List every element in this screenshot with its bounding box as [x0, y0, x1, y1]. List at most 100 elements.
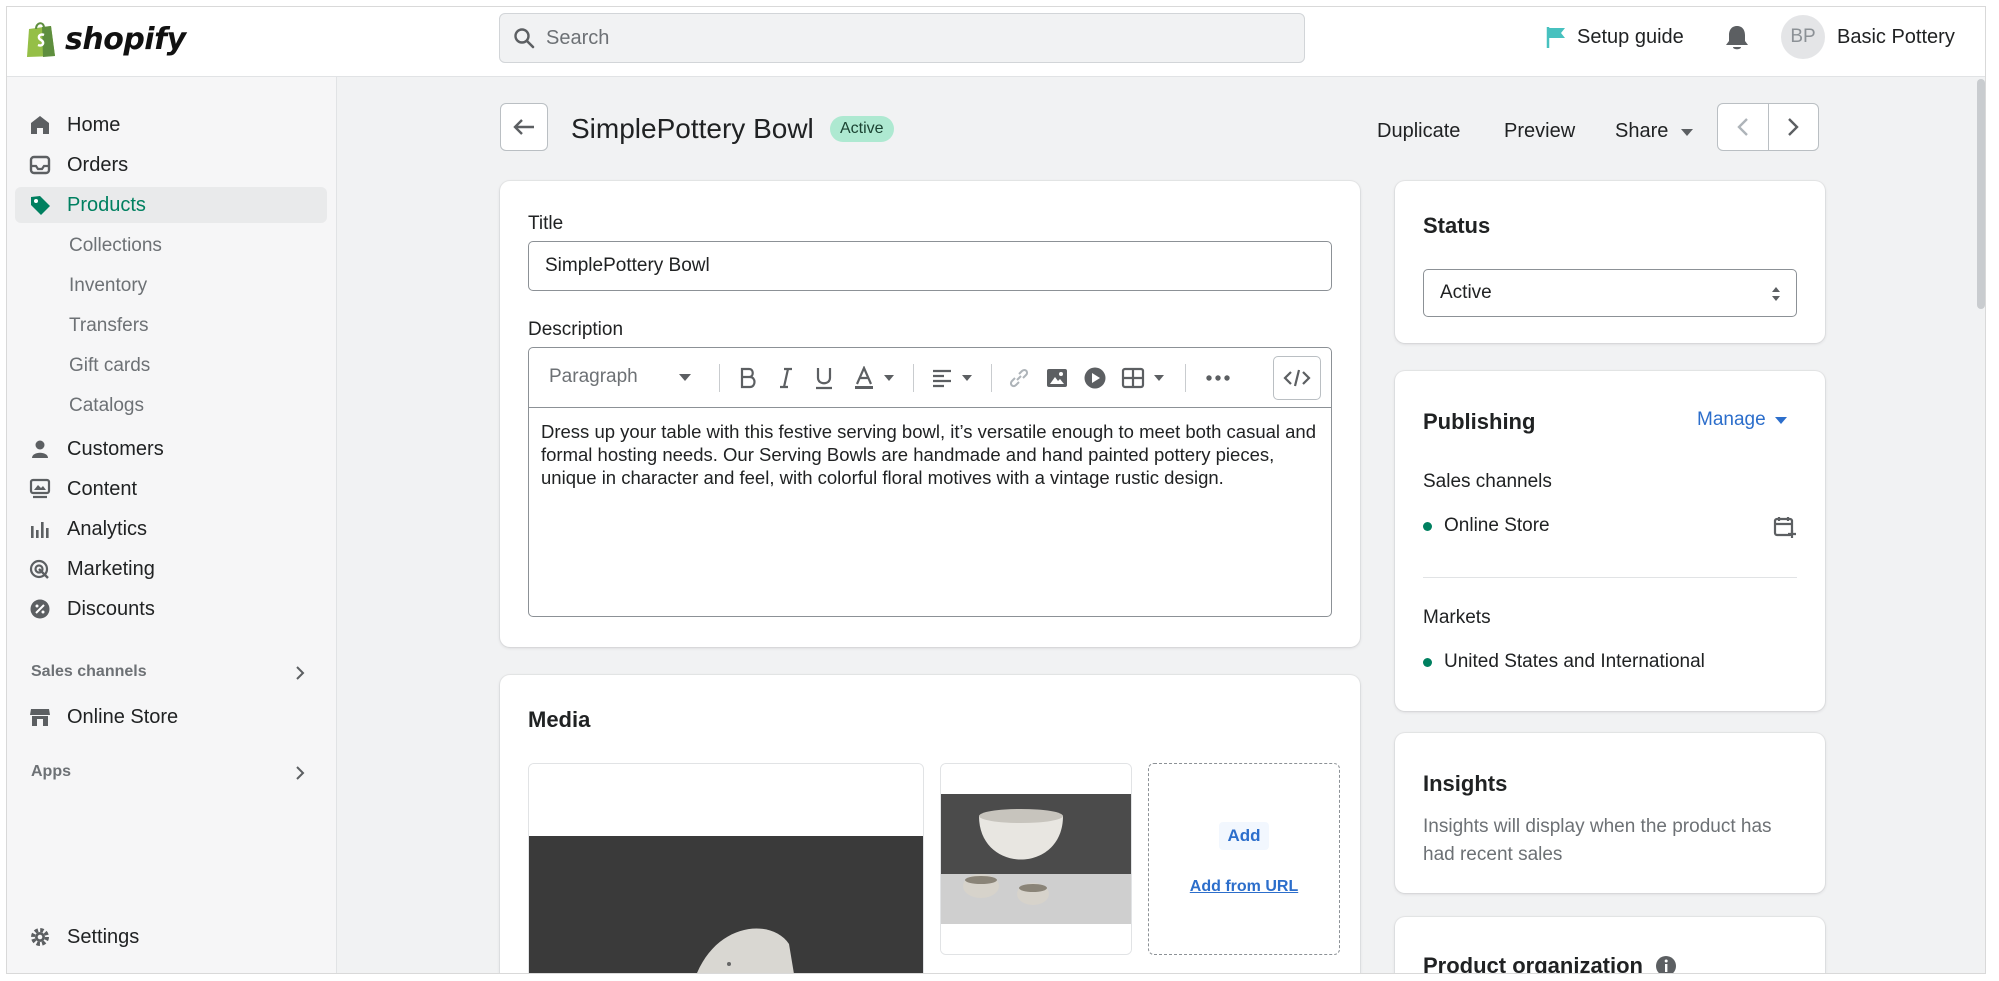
media-dropzone[interactable]: Add Add from URL — [1148, 763, 1340, 955]
alignment-button[interactable] — [931, 366, 973, 390]
sidebar-item-analytics[interactable]: Analytics — [15, 511, 327, 547]
sidebar-subitem-catalogs[interactable]: Catalogs — [69, 395, 144, 417]
description-label: Description — [528, 319, 624, 340]
divider — [1423, 577, 1797, 578]
text-color-button[interactable] — [853, 366, 895, 390]
target-icon — [29, 559, 49, 579]
add-from-url-link[interactable]: Add from URL — [1190, 878, 1298, 896]
sidebar-item-label: Online Store — [67, 705, 179, 728]
sidebar-item-content[interactable]: Content — [15, 471, 327, 507]
calendar-plus-icon[interactable] — [1773, 515, 1797, 539]
underline-icon[interactable] — [813, 366, 835, 390]
description-text[interactable]: Dress up your table with this festive se… — [529, 408, 1331, 501]
market-row: United States and International — [1423, 651, 1705, 673]
status-select[interactable]: Active — [1423, 269, 1797, 317]
market-name: United States and International — [1444, 651, 1705, 672]
status-select-value: Active — [1440, 282, 1492, 303]
app-window: shopify Setup guide BP Basic Potter — [6, 6, 1986, 974]
store-icon — [30, 709, 50, 726]
sidebar-item-label: Products — [67, 193, 146, 216]
video-icon[interactable] — [1083, 366, 1107, 390]
media-thumbnail-main[interactable] — [528, 763, 924, 973]
preview-button[interactable]: Preview — [1504, 120, 1575, 143]
insights-title: Insights — [1423, 771, 1508, 796]
publishing-card: Publishing Manage Sales channels Online … — [1395, 371, 1825, 711]
status-card: Status Active — [1395, 181, 1825, 343]
sidebar-item-label: Orders — [67, 153, 129, 176]
top-bar: shopify Setup guide BP Basic Potter — [7, 7, 1985, 77]
sidebar-item-settings[interactable]: Settings — [15, 919, 327, 955]
bold-icon[interactable] — [737, 366, 759, 390]
manage-dropdown[interactable]: Manage — [1697, 409, 1788, 431]
sidebar-item-products[interactable]: Products — [15, 187, 327, 223]
sidebar-item-label: Settings — [67, 925, 140, 948]
arrow-left-icon — [513, 119, 534, 135]
insert-table-button[interactable] — [1121, 366, 1165, 390]
product-pager — [1717, 103, 1819, 151]
caret-down-icon — [884, 375, 894, 381]
align-left-icon — [933, 369, 951, 388]
search-input[interactable] — [546, 26, 1246, 50]
table-icon — [1121, 367, 1145, 389]
more-horizontal-icon[interactable] — [1205, 366, 1231, 390]
insights-text: Insights will display when the product h… — [1423, 816, 1772, 865]
image-icon[interactable] — [1045, 366, 1069, 390]
next-product-button[interactable] — [1767, 104, 1819, 150]
person-icon — [32, 440, 48, 458]
previous-product-button[interactable] — [1718, 104, 1768, 150]
notifications-button[interactable] — [1723, 23, 1751, 58]
sales-channels-heading[interactable]: Sales channels — [31, 663, 147, 681]
back-button[interactable] — [500, 103, 548, 151]
sidebar-subitem-gift-cards[interactable]: Gift cards — [69, 355, 150, 377]
share-button[interactable]: Share — [1615, 120, 1694, 143]
store-menu[interactable]: BP Basic Pottery — [1781, 15, 1955, 59]
brand-wordmark: shopify — [65, 21, 186, 57]
scrollbar-thumb[interactable] — [1977, 79, 1985, 309]
shopify-bag-icon — [27, 22, 55, 57]
apps-heading[interactable]: Apps — [31, 763, 71, 781]
chevron-right-icon[interactable] — [293, 765, 307, 781]
link-icon[interactable] — [1007, 366, 1031, 390]
sidebar-subitem-transfers[interactable]: Transfers — [69, 315, 149, 337]
title-input[interactable] — [528, 241, 1332, 291]
setup-guide-button[interactable]: Setup guide — [1545, 25, 1684, 49]
sidebar-item-online-store[interactable]: Online Store — [15, 699, 327, 735]
shopify-logo[interactable]: shopify — [25, 19, 186, 59]
rich-text-toolbar: Paragraph — [529, 348, 1331, 408]
duplicate-button[interactable]: Duplicate — [1377, 120, 1460, 143]
show-html-button[interactable] — [1273, 356, 1321, 400]
sidebar-item-discounts[interactable]: Discounts — [15, 591, 327, 627]
sidebar-item-marketing[interactable]: Marketing — [15, 551, 327, 587]
sidebar-item-label: Customers — [67, 437, 164, 460]
caret-down-icon — [1154, 375, 1164, 381]
sidebar-item-label: Analytics — [67, 517, 148, 540]
sidebar-item-customers[interactable]: Customers — [15, 431, 327, 467]
media-card: Media Add Add from URL — [500, 675, 1360, 973]
search-bar[interactable] — [499, 13, 1305, 63]
paragraph-format-select[interactable]: Paragraph — [549, 366, 692, 388]
info-icon[interactable] — [1655, 955, 1677, 974]
text-color-icon — [855, 366, 873, 389]
toolbar-divider — [991, 364, 992, 392]
sidebar-item-home[interactable]: Home — [15, 107, 327, 143]
bowl-photo-main — [529, 764, 923, 973]
gear-icon — [31, 928, 49, 946]
toolbar-divider — [719, 364, 720, 392]
bar-chart-icon — [31, 522, 49, 538]
sidebar-subitem-collections[interactable]: Collections — [69, 235, 162, 257]
sidebar-item-label: Discounts — [67, 597, 155, 620]
published-dot — [1423, 657, 1432, 667]
sidebar-item-orders[interactable]: Orders — [15, 147, 327, 183]
channel-online-store: Online Store — [1423, 515, 1550, 537]
orders-icon — [29, 155, 51, 175]
sidebar-subitem-inventory[interactable]: Inventory — [69, 275, 147, 297]
toolbar-divider — [913, 364, 914, 392]
sidebar: Home Orders Products Collections Invento… — [7, 77, 337, 973]
add-media-button[interactable]: Add — [1219, 822, 1269, 850]
chevron-right-icon[interactable] — [293, 665, 307, 681]
paragraph-format-label: Paragraph — [549, 366, 638, 387]
media-thumbnail[interactable] — [940, 763, 1132, 955]
italic-icon[interactable] — [775, 366, 797, 390]
publishing-title: Publishing — [1423, 409, 1536, 434]
caret-down-icon — [1774, 417, 1787, 424]
